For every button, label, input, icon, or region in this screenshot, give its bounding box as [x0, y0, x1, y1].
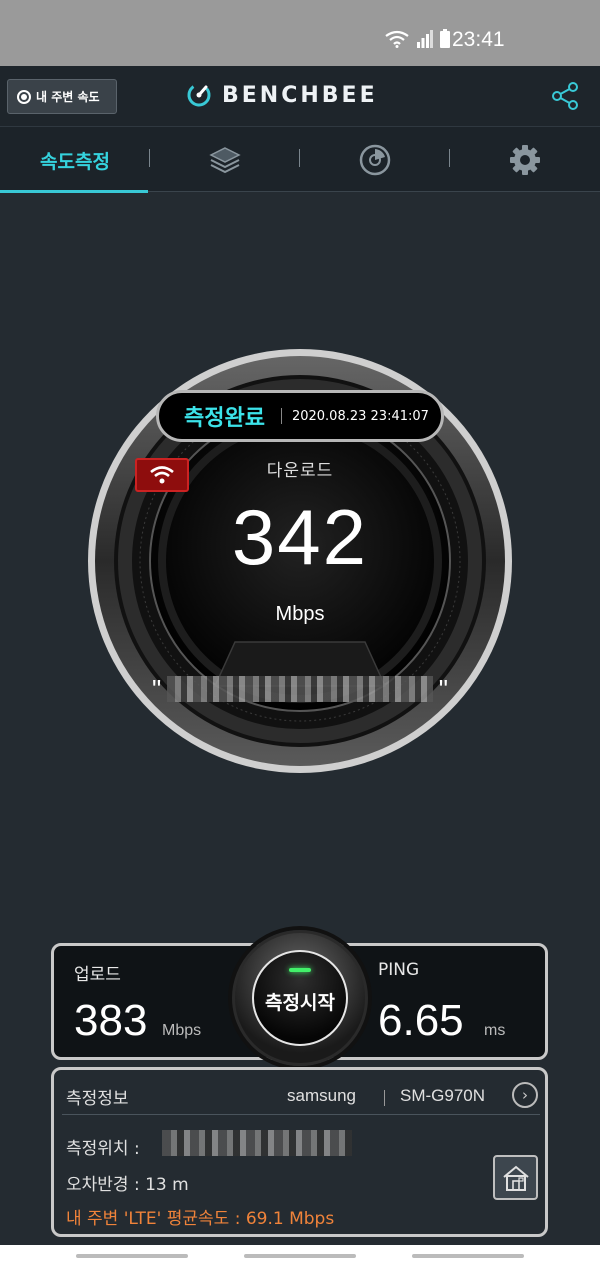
download-label: 다운로드: [266, 461, 334, 481]
tab-settings[interactable]: [450, 127, 600, 193]
benchbee-logo: BENCHBEE: [186, 82, 378, 108]
signal-icon: [417, 30, 433, 48]
download-speed-unit: Mbps: [275, 603, 325, 625]
house-icon: [502, 1165, 529, 1191]
nav-home-button[interactable]: [244, 1254, 356, 1258]
start-test-button-face: 측정시작: [252, 950, 348, 1046]
nav-recent-button[interactable]: [76, 1254, 188, 1258]
nav-back-button[interactable]: [412, 1254, 524, 1258]
home-button[interactable]: [493, 1155, 538, 1200]
measurement-complete-label: 측정완료: [184, 406, 265, 431]
status-time: 23:41: [452, 28, 505, 51]
ssid-open-quote: ": [152, 673, 162, 704]
network-name: " ": [152, 672, 448, 706]
tab-history[interactable]: [300, 127, 450, 193]
device-brand: samsung: [287, 1086, 356, 1105]
download-speed-value: 342: [231, 493, 369, 581]
upload-unit: Mbps: [162, 1022, 202, 1039]
info-separator-line: [62, 1114, 540, 1115]
measurement-datetime: 2020.08.23 23:41:07: [291, 408, 429, 424]
status-icons: [384, 29, 450, 48]
nearby-average-speed: 내 주변 'LTE' 평균속도 : 69.1 Mbps: [66, 1209, 335, 1229]
app-header: 내 주변 속도 BENCHBEE: [0, 66, 600, 126]
ping-label: PING: [378, 960, 420, 980]
speedometer-logo-icon: [187, 83, 211, 107]
status-bar: 23:41: [0, 0, 600, 66]
layers-icon: [209, 147, 241, 174]
history-chart-icon: [359, 144, 391, 176]
tab-speed-test[interactable]: 속도측정: [0, 127, 150, 193]
device-model: SM-G970N: [400, 1086, 486, 1105]
ssid-redacted: [167, 676, 433, 702]
status-divider: [280, 408, 282, 424]
gear-icon: [510, 145, 540, 175]
wifi-status-icon: [385, 30, 409, 48]
measurement-status-pill: 측정완료 2020.08.23 23:41:07: [156, 390, 444, 442]
battery-icon: [440, 29, 450, 48]
upload-value: 383: [74, 996, 148, 1045]
info-divider: [384, 1090, 385, 1106]
system-nav-bar: [0, 1245, 600, 1267]
upload-label: 업로드: [74, 965, 121, 985]
brand-name: BENCHBEE: [222, 82, 378, 108]
nearby-speed-button[interactable]: 내 주변 속도: [7, 79, 117, 114]
info-title: 측정정보: [66, 1089, 129, 1109]
ssid-close-quote: ": [438, 673, 448, 704]
measurement-info-card: 측정정보 samsung SM-G970N › 측정위치 : 오차반경 : 13…: [51, 1067, 548, 1237]
chevron-right-icon[interactable]: ›: [512, 1082, 538, 1108]
nearby-speed-label: 내 주변 속도: [36, 90, 100, 104]
start-test-button[interactable]: 측정시작: [232, 930, 368, 1066]
error-radius: 오차반경 : 13 m: [66, 1175, 189, 1195]
start-test-label: 측정시작: [265, 991, 335, 1014]
status-led: [289, 968, 311, 972]
tab-layers[interactable]: [150, 127, 300, 193]
ping-value: 6.65: [378, 996, 464, 1045]
location-redacted: [162, 1130, 352, 1156]
tab-bar: 속도측정: [0, 126, 600, 193]
tab-speed-test-label: 속도측정: [40, 150, 110, 173]
share-icon[interactable]: [550, 81, 580, 111]
ping-unit: ms: [484, 1022, 506, 1039]
target-icon: [17, 89, 31, 104]
location-label: 측정위치 :: [66, 1139, 140, 1159]
